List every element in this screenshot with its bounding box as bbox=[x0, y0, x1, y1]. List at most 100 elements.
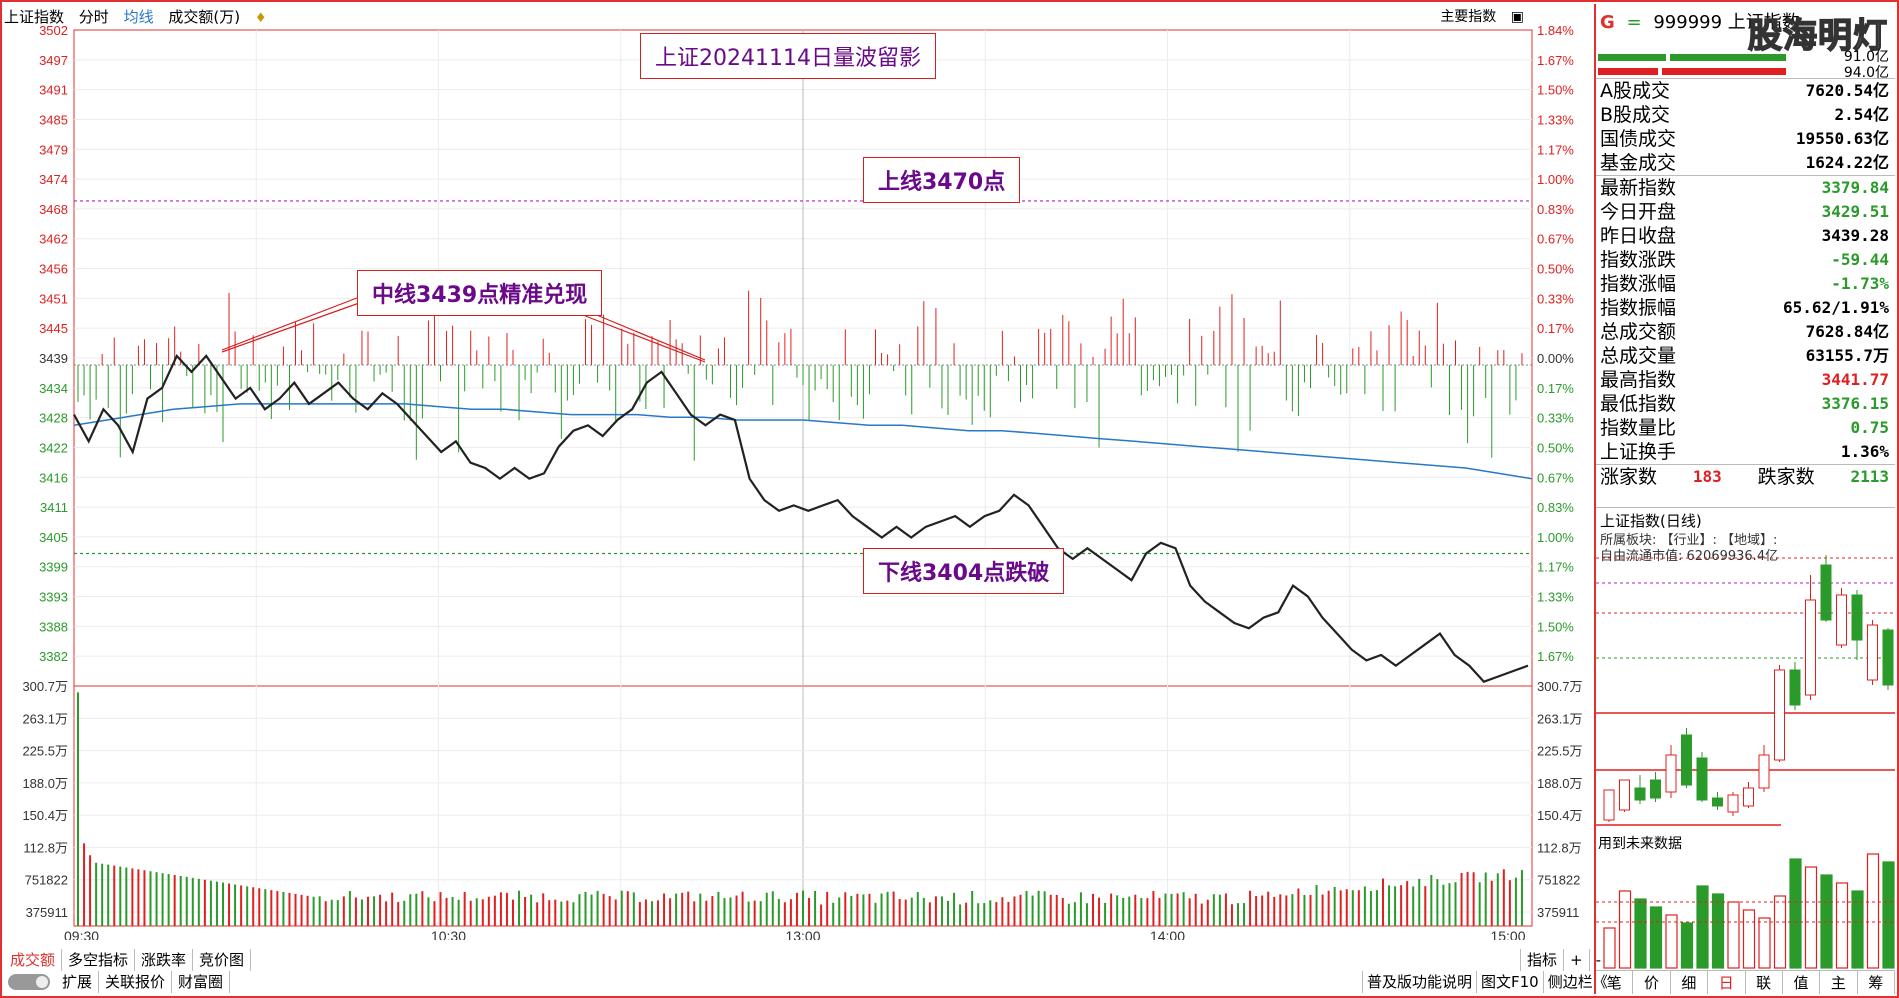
green-bar-1 bbox=[1598, 54, 1666, 61]
menu-icon[interactable]: = bbox=[1627, 12, 1642, 33]
kline-volume-bar bbox=[1665, 914, 1678, 969]
index-code: 999999 bbox=[1653, 12, 1723, 33]
index-stat-label: 总成交额 bbox=[1600, 321, 1677, 343]
quote-tab[interactable]: 筹 bbox=[1858, 971, 1895, 994]
quote-bottom-tabs: 笔价细日联值主筹 bbox=[1596, 970, 1895, 994]
amount-bottom: 94.0亿 bbox=[1843, 65, 1889, 81]
intraday-chart[interactable]: 3502 1.84%3497 1.67%3491 1.50%3485 1.33%3479… bbox=[0, 0, 1594, 940]
index-stat-label: 指数振幅 bbox=[1600, 297, 1677, 319]
time-tick-label: 10:30 bbox=[431, 928, 466, 940]
pct-tick-label: 0.50% bbox=[1537, 262, 1574, 277]
advance-decline-row: 涨家数 183 跌家数 2113 bbox=[1596, 464, 1895, 488]
indicator-button[interactable]: 指标 bbox=[1520, 949, 1563, 971]
amount-settings-icon[interactable]: ♦ bbox=[255, 11, 267, 26]
feature-help-link[interactable]: 普及版功能说明 bbox=[1362, 971, 1476, 993]
kline-volume-bar bbox=[1882, 861, 1895, 969]
green-bar-2 bbox=[1670, 54, 1786, 61]
volume-tick-label: 300.7万 bbox=[22, 679, 68, 694]
tab-amount-indicator[interactable]: 成交额 bbox=[4, 949, 63, 971]
index-stat-label: 总成交量 bbox=[1600, 345, 1677, 367]
pct-tick-label: 1.17% bbox=[1537, 142, 1574, 157]
index-stat-label: 上证换手 bbox=[1600, 441, 1677, 463]
volume-stat-label: A股成交 bbox=[1600, 80, 1670, 102]
volume-tick-label-right: 751822 bbox=[1537, 873, 1580, 888]
kline-candle bbox=[1712, 797, 1723, 807]
tab-rise-fall-rate[interactable]: 涨跌率 bbox=[135, 949, 194, 971]
expand-toggle[interactable] bbox=[8, 974, 50, 990]
chart-title-annotation: 上证20241114日量波留影 bbox=[640, 33, 936, 79]
index-stat-label: 昨日收盘 bbox=[1600, 225, 1677, 247]
tab-wealth-circle[interactable]: 财富圈 bbox=[172, 971, 231, 993]
kline-volume-bar bbox=[1603, 927, 1616, 969]
index-stat-row: 最新指数 3379.84 bbox=[1596, 176, 1895, 200]
quote-tab[interactable]: 值 bbox=[1783, 971, 1821, 994]
index-price-line bbox=[73, 353, 1529, 683]
quote-tab[interactable]: 价 bbox=[1633, 971, 1671, 994]
tab-avg-line[interactable]: 均线 bbox=[124, 8, 154, 26]
tab-timeshare[interactable]: 分时 bbox=[79, 8, 109, 26]
window-toggle-icon[interactable]: ▣ bbox=[1511, 9, 1524, 25]
quote-tab[interactable]: 日 bbox=[1708, 971, 1746, 994]
price-tick-label: 3491 bbox=[39, 83, 68, 98]
pct-tick-label: 1.50% bbox=[1537, 83, 1574, 98]
kline-candle bbox=[1650, 779, 1661, 799]
price-tick-label: 3462 bbox=[39, 232, 68, 247]
kline-candle bbox=[1634, 787, 1646, 801]
time-tick-label: 09:30 bbox=[64, 928, 99, 940]
pct-tick-label: 1.67% bbox=[1537, 53, 1574, 68]
daily-kline-panel[interactable]: 上证指数(日线) 所属板块: 【行业】: 【地域】: 自由流通市值: 62069… bbox=[1596, 507, 1895, 994]
kline-volume-bar bbox=[1649, 906, 1663, 969]
index-stat-label: 今日开盘 bbox=[1600, 201, 1677, 223]
volume-stat-label: B股成交 bbox=[1600, 104, 1671, 126]
kline-candle bbox=[1743, 787, 1754, 807]
quote-tab[interactable]: 主 bbox=[1820, 971, 1858, 994]
index-stat-value: 0.75 bbox=[1850, 418, 1889, 437]
index-stat-value: 1.36% bbox=[1840, 442, 1889, 461]
quote-tab[interactable]: 细 bbox=[1671, 971, 1709, 994]
pct-tick-label: 1.33% bbox=[1537, 112, 1574, 127]
index-stat-label: 最低指数 bbox=[1600, 393, 1677, 415]
quote-tab[interactable]: 笔 bbox=[1596, 971, 1634, 994]
indicator-tabs: 成交额 多空指标 涨跌率 竞价图 bbox=[4, 949, 252, 971]
zoom-in-button[interactable]: + bbox=[1563, 949, 1589, 971]
volume-tick-label-right: 375911 bbox=[1537, 905, 1579, 920]
volume-stat-label: 基金成交 bbox=[1600, 152, 1677, 174]
kline-volume-bar bbox=[1866, 853, 1880, 969]
index-stat-row: 总成交量 63155.7万 bbox=[1596, 344, 1895, 368]
main-indicator-button[interactable]: 主要指数 ▣ bbox=[1440, 6, 1534, 26]
tab-expand[interactable]: 扩展 bbox=[56, 971, 100, 993]
tab-amount[interactable]: 成交额(万) bbox=[168, 8, 240, 26]
kline-candle bbox=[1727, 794, 1739, 813]
kline-candle bbox=[1789, 669, 1801, 706]
time-tick-label: 14:00 bbox=[1150, 928, 1185, 940]
index-stat-row: 总成交额 7628.84亿 bbox=[1596, 320, 1895, 344]
price-tick-label: 3451 bbox=[39, 291, 68, 306]
down-count: 2113 bbox=[1850, 467, 1889, 486]
f10-link[interactable]: 图文F10 bbox=[1476, 971, 1543, 993]
pct-tick-label: 0.00% bbox=[1537, 351, 1574, 366]
main-indicator-label: 主要指数 bbox=[1440, 9, 1497, 25]
price-tick-label: 3405 bbox=[39, 530, 68, 545]
volume-stat-row: B股成交 2.54亿 bbox=[1596, 103, 1895, 127]
daily-kline-chart[interactable] bbox=[1596, 530, 1895, 970]
index-stat-value: 65.62/1.91% bbox=[1783, 298, 1889, 317]
index-stat-label: 最新指数 bbox=[1600, 177, 1677, 199]
quote-tab[interactable]: 联 bbox=[1746, 971, 1783, 994]
price-tick-label: 3428 bbox=[39, 411, 68, 426]
tab-related-quotes[interactable]: 关联报价 bbox=[99, 971, 173, 993]
tab-auction-chart[interactable]: 竞价图 bbox=[193, 949, 252, 971]
pct-tick-label: 1.00% bbox=[1537, 530, 1574, 545]
index-stat-label: 指数量比 bbox=[1600, 417, 1677, 439]
index-stat-row: 昨日收盘 3439.28 bbox=[1596, 224, 1895, 248]
down-count-label: 跌家数 bbox=[1757, 466, 1815, 488]
lower-line-annotation: 下线3404点跌破 bbox=[863, 548, 1065, 594]
price-tick-label: 3382 bbox=[39, 649, 68, 664]
index-stat-row: 指数涨跌 -59.44 bbox=[1596, 248, 1895, 272]
index-stat-label: 最高指数 bbox=[1600, 369, 1677, 391]
index-stat-value: 3439.28 bbox=[1821, 226, 1889, 245]
volume-stat-row: 国债成交 19550.63亿 bbox=[1596, 127, 1895, 151]
index-stat-value: 3379.84 bbox=[1821, 178, 1889, 197]
tab-long-short[interactable]: 多空指标 bbox=[62, 949, 136, 971]
index-stat-row: 指数振幅 65.62/1.91% bbox=[1596, 296, 1895, 320]
kline-candle bbox=[1882, 629, 1894, 686]
